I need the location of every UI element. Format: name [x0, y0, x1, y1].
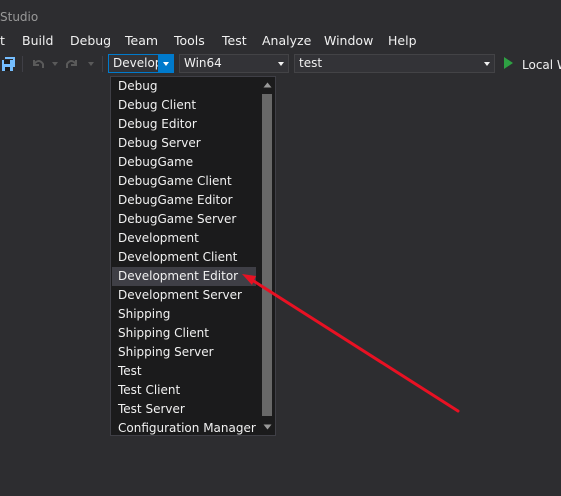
chevron-down-icon[interactable] — [479, 55, 494, 72]
menu-test[interactable]: Test — [222, 33, 247, 48]
toolbar-separator — [102, 56, 103, 72]
menu-analyze[interactable]: Analyze — [262, 33, 311, 48]
redo-icon[interactable] — [64, 56, 80, 72]
configuration-option-development-editor[interactable]: Development Editor — [112, 267, 256, 286]
solution-platform-combo[interactable]: Win64 — [179, 54, 289, 73]
menu-bar: t Build Debug Team Tools Test Analyze Wi… — [0, 30, 561, 52]
startup-project-value: test — [299, 56, 323, 70]
configuration-option-development-server[interactable]: Development Server — [112, 286, 256, 305]
configuration-option-test-server[interactable]: Test Server — [112, 400, 256, 419]
scroll-down-arrow-icon[interactable] — [259, 420, 275, 434]
configuration-option-development[interactable]: Development — [112, 229, 256, 248]
chevron-down-icon[interactable] — [158, 55, 173, 72]
configuration-option-test[interactable]: Test — [112, 362, 256, 381]
chevron-down-icon[interactable] — [273, 55, 288, 72]
configuration-option-shipping-server[interactable]: Shipping Server — [112, 343, 256, 362]
solution-configuration-combo[interactable]: Developm — [108, 54, 174, 73]
configuration-option-debuggame[interactable]: DebugGame — [112, 153, 256, 172]
undo-icon[interactable] — [30, 56, 46, 72]
configuration-option-debuggame-client[interactable]: DebugGame Client — [112, 172, 256, 191]
configuration-option-development-client[interactable]: Development Client — [112, 248, 256, 267]
menu-debug[interactable]: Debug — [70, 33, 111, 48]
save-all-icon[interactable] — [0, 56, 16, 72]
configuration-option-shipping-client[interactable]: Shipping Client — [112, 324, 256, 343]
scrollbar-thumb[interactable] — [262, 94, 272, 416]
start-debugging-button[interactable]: Local W — [503, 56, 561, 73]
window-title: Studio — [0, 10, 39, 24]
menu-build[interactable]: Build — [22, 33, 53, 48]
dropdown-scrollbar[interactable] — [259, 78, 275, 434]
configuration-option-test-client[interactable]: Test Client — [112, 381, 256, 400]
configuration-option-debuggame-editor[interactable]: DebugGame Editor — [112, 191, 256, 210]
startup-project-combo[interactable]: test — [294, 54, 495, 73]
start-debugging-label: Local W — [522, 57, 561, 72]
scroll-up-arrow-icon[interactable] — [259, 78, 275, 92]
menu-window[interactable]: Window — [324, 33, 373, 48]
configuration-option-shipping[interactable]: Shipping — [112, 305, 256, 324]
configuration-manager-option[interactable]: Configuration Manager... — [112, 419, 256, 438]
undo-dropdown-icon[interactable] — [50, 56, 60, 72]
play-icon — [503, 57, 514, 72]
menu-tools[interactable]: Tools — [174, 33, 205, 48]
menu-team[interactable]: Team — [125, 33, 158, 48]
solution-platform-value: Win64 — [184, 56, 222, 70]
title-bar: Studio — [0, 0, 561, 30]
configuration-option-debuggame-server[interactable]: DebugGame Server — [112, 210, 256, 229]
toolbar-separator — [22, 56, 23, 72]
redo-dropdown-icon[interactable] — [86, 56, 96, 72]
menu-help[interactable]: Help — [388, 33, 417, 48]
configuration-option-debug-server[interactable]: Debug Server — [112, 134, 256, 153]
configuration-option-debug-editor[interactable]: Debug Editor — [112, 115, 256, 134]
configuration-dropdown-list: Debug Debug Client Debug Editor Debug Se… — [110, 76, 276, 436]
standard-toolbar: Developm Win64 test Local W — [0, 52, 561, 77]
configuration-option-debug[interactable]: Debug — [112, 77, 256, 96]
configuration-option-debug-client[interactable]: Debug Client — [112, 96, 256, 115]
menu-file[interactable]: t — [0, 33, 5, 48]
